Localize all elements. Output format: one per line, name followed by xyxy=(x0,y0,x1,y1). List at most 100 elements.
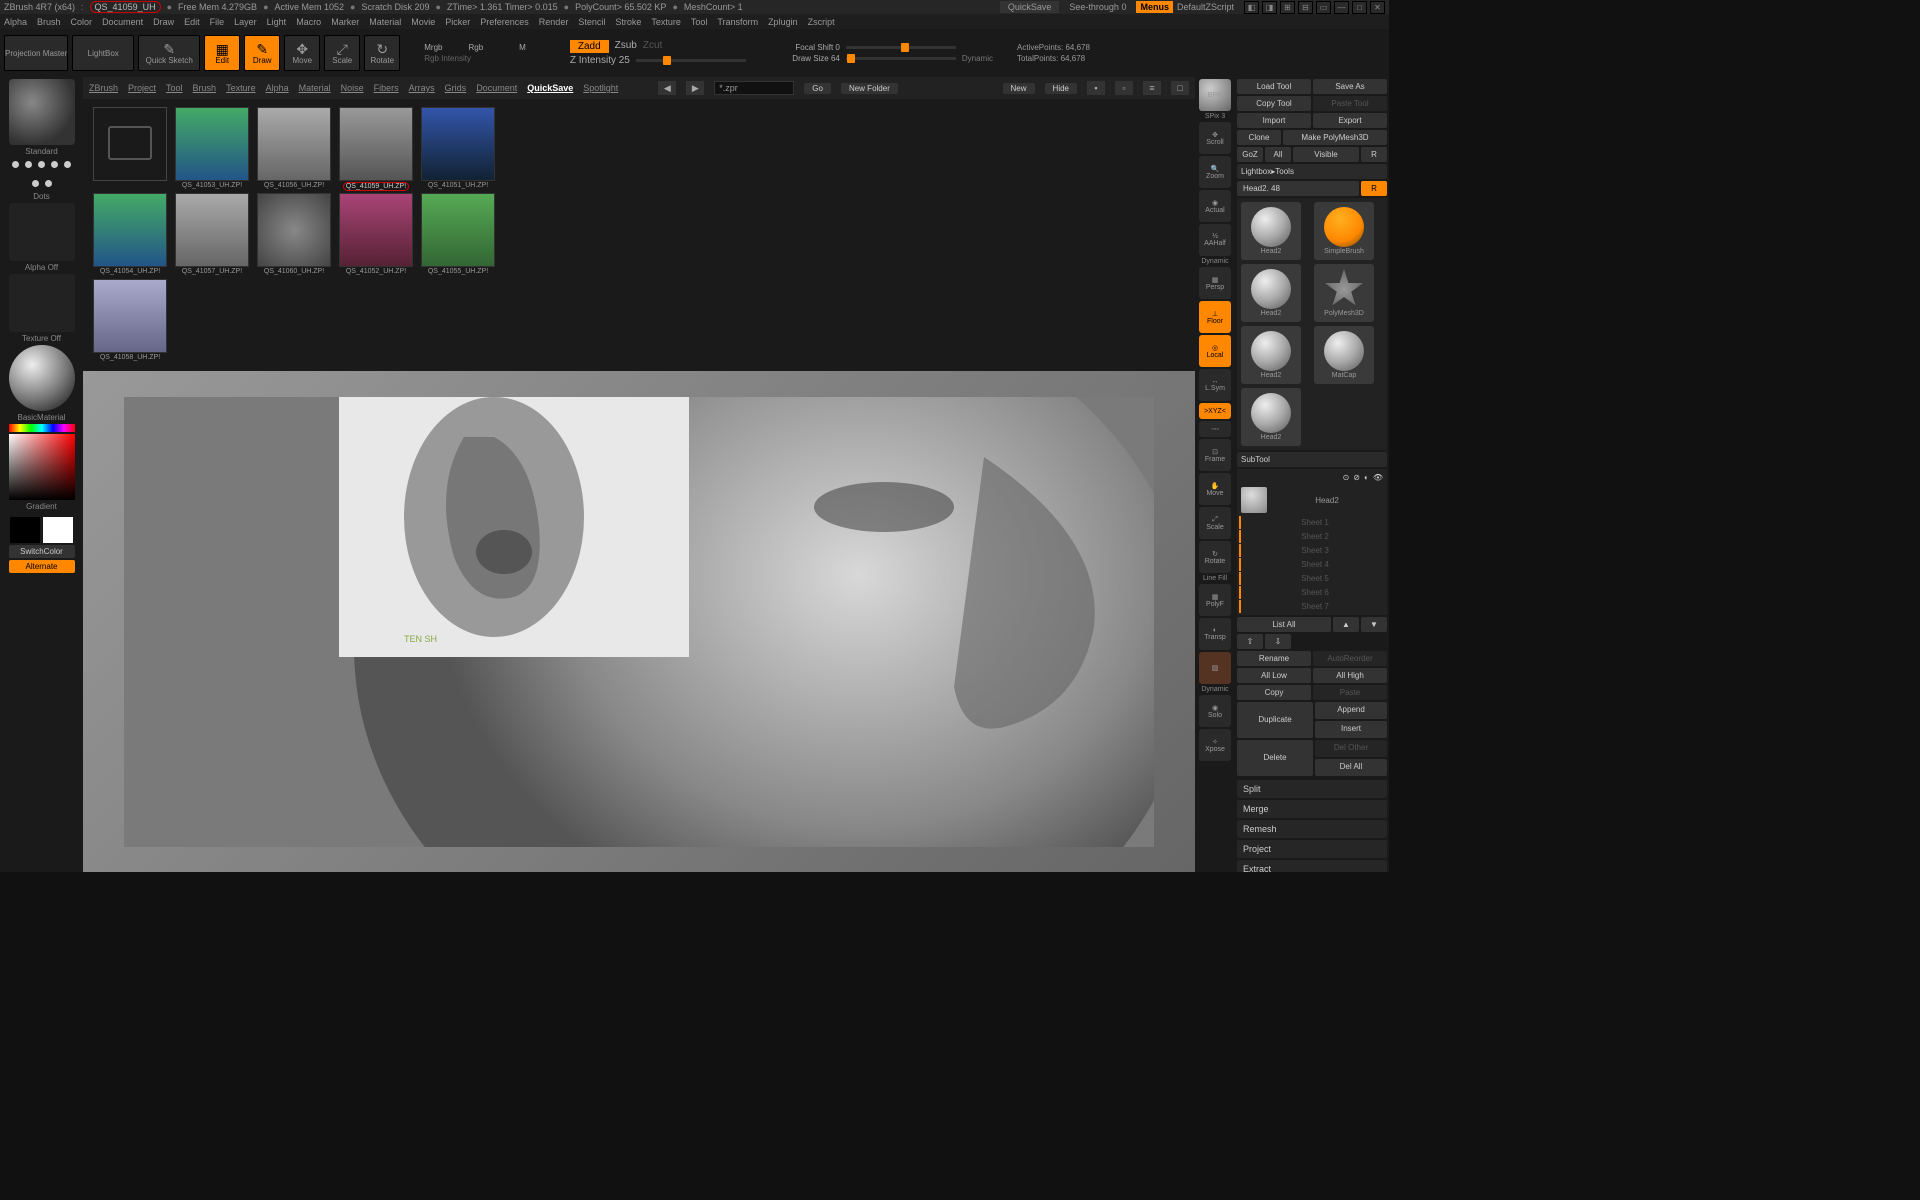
alpha-thumb[interactable] xyxy=(9,203,75,261)
view-med-icon[interactable]: ▫ xyxy=(1115,81,1133,95)
del-other-button[interactable]: Del Other xyxy=(1315,740,1387,757)
swatch-black[interactable] xyxy=(10,517,40,543)
win-btn-5[interactable]: ▭ xyxy=(1316,1,1331,14)
hue-strip[interactable] xyxy=(9,424,75,432)
quicksave-item[interactable]: QS_41053_UH.ZP! xyxy=(173,107,251,191)
menu-marker[interactable]: Marker xyxy=(331,17,359,27)
win-btn-3[interactable]: ⊞ xyxy=(1280,1,1295,14)
xpose-button[interactable]: ✧Xpose xyxy=(1199,729,1231,761)
autoreorder-button[interactable]: AutoReorder xyxy=(1313,651,1387,666)
lightbox-tab-material[interactable]: Material xyxy=(299,83,331,93)
menu-picker[interactable]: Picker xyxy=(445,17,470,27)
view-list-icon[interactable]: ≡ xyxy=(1143,81,1161,95)
save-as-button[interactable]: Save As xyxy=(1313,79,1387,94)
goz-button[interactable]: GoZ xyxy=(1237,147,1263,162)
solo-button[interactable]: ◉Solo xyxy=(1199,695,1231,727)
lightbox-button[interactable]: LightBox xyxy=(72,35,134,71)
see-through[interactable]: See-through 0 xyxy=(1069,2,1126,12)
focal-shift-slider[interactable]: Focal Shift 0 xyxy=(780,43,840,52)
move-up-icon[interactable]: ⇧ xyxy=(1237,634,1263,649)
ghost-button[interactable]: ▨ xyxy=(1199,652,1231,684)
list-all-button[interactable]: List All xyxy=(1237,617,1331,632)
view-large-icon[interactable]: □ xyxy=(1171,81,1189,95)
rgb-label[interactable]: Rgb xyxy=(468,43,483,52)
draw-size-slider[interactable]: Draw Size 64 xyxy=(780,54,840,63)
zoom-button[interactable]: 🔍Zoom xyxy=(1199,156,1231,188)
hide-button[interactable]: Hide xyxy=(1045,83,1077,94)
polyf-button[interactable]: ▦PolyF xyxy=(1199,584,1231,616)
lsym-button[interactable]: ↔L.Sym xyxy=(1199,369,1231,401)
menu-document[interactable]: Document xyxy=(102,17,143,27)
gradient-label[interactable]: Gradient xyxy=(26,502,57,511)
canvas-viewport[interactable]: TEN SH xyxy=(83,371,1195,872)
menu-file[interactable]: File xyxy=(210,17,225,27)
tool-r-button[interactable]: R xyxy=(1361,181,1387,196)
view-small-icon[interactable]: ▪ xyxy=(1087,81,1105,95)
stroke-thumb[interactable] xyxy=(9,158,75,190)
quicksave-item[interactable]: QS_41058_UH.ZP! xyxy=(91,279,169,363)
section-extract[interactable]: Extract xyxy=(1237,860,1387,872)
menu-macro[interactable]: Macro xyxy=(296,17,321,27)
menu-stroke[interactable]: Stroke xyxy=(615,17,641,27)
rotate-button[interactable]: ↻Rotate xyxy=(364,35,400,71)
menu-material[interactable]: Material xyxy=(369,17,401,27)
menu-brush[interactable]: Brush xyxy=(37,17,61,27)
subtool-row[interactable]: Sheet 2 xyxy=(1239,530,1385,543)
make-polymesh3d-button[interactable]: Make PolyMesh3D xyxy=(1283,130,1387,145)
quicksave-item[interactable]: QS_41051_UH.ZP! xyxy=(419,107,497,191)
all-high-button[interactable]: All High xyxy=(1313,668,1387,683)
lightbox-tab-fibers[interactable]: Fibers xyxy=(374,83,399,93)
tool-thumb[interactable]: SimpleBrush xyxy=(1314,202,1374,260)
subtool-row[interactable]: Sheet 7 xyxy=(1239,600,1385,613)
quicksave-item[interactable]: QS_41057_UH.ZP! xyxy=(173,193,251,277)
zadd-button[interactable]: Zadd xyxy=(570,40,609,53)
lightbox-tab-grids[interactable]: Grids xyxy=(445,83,467,93)
mrgb-label[interactable]: Mrgb xyxy=(424,43,442,52)
texture-thumb[interactable] xyxy=(9,274,75,332)
aahalf-button[interactable]: ½AAHalf xyxy=(1199,224,1231,256)
menu-render[interactable]: Render xyxy=(539,17,569,27)
nav-next-icon[interactable]: ▶ xyxy=(686,81,704,95)
menu-zscript[interactable]: Zscript xyxy=(808,17,835,27)
xyz-button[interactable]: >XYZ< xyxy=(1199,403,1231,419)
draw-button[interactable]: ✎Draw xyxy=(244,35,280,71)
default-zscript[interactable]: DefaultZScript xyxy=(1177,2,1234,12)
quicksave-button[interactable]: QuickSave xyxy=(1000,1,1060,13)
section-remesh[interactable]: Remesh xyxy=(1237,820,1387,838)
load-tool-button[interactable]: Load Tool xyxy=(1237,79,1311,94)
scale-button[interactable]: ⤢Scale xyxy=(324,35,360,71)
nav-prev-icon[interactable]: ◀ xyxy=(658,81,676,95)
section-split[interactable]: Split xyxy=(1237,780,1387,798)
switch-color-button[interactable]: SwitchColor xyxy=(9,545,75,558)
go-button[interactable]: Go xyxy=(804,83,831,94)
subtool-row[interactable]: Sheet 5 xyxy=(1239,572,1385,585)
move-button[interactable]: ✥Move xyxy=(284,35,320,71)
menu-transform[interactable]: Transform xyxy=(717,17,758,27)
menu-texture[interactable]: Texture xyxy=(651,17,681,27)
quicksave-item[interactable]: QS_41056_UH.ZP! xyxy=(255,107,333,191)
m-label[interactable]: M xyxy=(519,43,526,52)
projection-master-button[interactable]: Projection Master xyxy=(4,35,68,71)
lightbox-tab-arrays[interactable]: Arrays xyxy=(409,83,435,93)
append-button[interactable]: Append xyxy=(1315,702,1387,719)
insert-button[interactable]: Insert xyxy=(1315,721,1387,738)
actual-button[interactable]: ◉Actual xyxy=(1199,190,1231,222)
goz-r-button[interactable]: R xyxy=(1361,147,1387,162)
move-down-icon[interactable]: ⇩ xyxy=(1265,634,1291,649)
lightbox-tab-project[interactable]: Project xyxy=(128,83,156,93)
menu-draw[interactable]: Draw xyxy=(153,17,174,27)
paste-tool-button[interactable]: Paste Tool xyxy=(1313,96,1387,111)
lightbox-tab-spotlight[interactable]: Spotlight xyxy=(583,83,618,93)
scale-nav-button[interactable]: ⤢Scale xyxy=(1199,507,1231,539)
subtool-row[interactable]: Sheet 4 xyxy=(1239,558,1385,571)
persp-button[interactable]: ▦Persp xyxy=(1199,267,1231,299)
dynamic-label[interactable]: Dynamic xyxy=(962,54,993,63)
menu-light[interactable]: Light xyxy=(267,17,287,27)
z-intensity-slider[interactable]: Z Intensity 25 xyxy=(570,55,630,66)
win-btn-1[interactable]: ◧ xyxy=(1244,1,1259,14)
quicksave-item[interactable]: QS_41060_UH.ZP! xyxy=(255,193,333,277)
paste-button[interactable]: Paste xyxy=(1313,685,1387,700)
section-merge[interactable]: Merge xyxy=(1237,800,1387,818)
frame-button[interactable]: ⊡Frame xyxy=(1199,439,1231,471)
maximize-icon[interactable]: □ xyxy=(1352,1,1367,14)
